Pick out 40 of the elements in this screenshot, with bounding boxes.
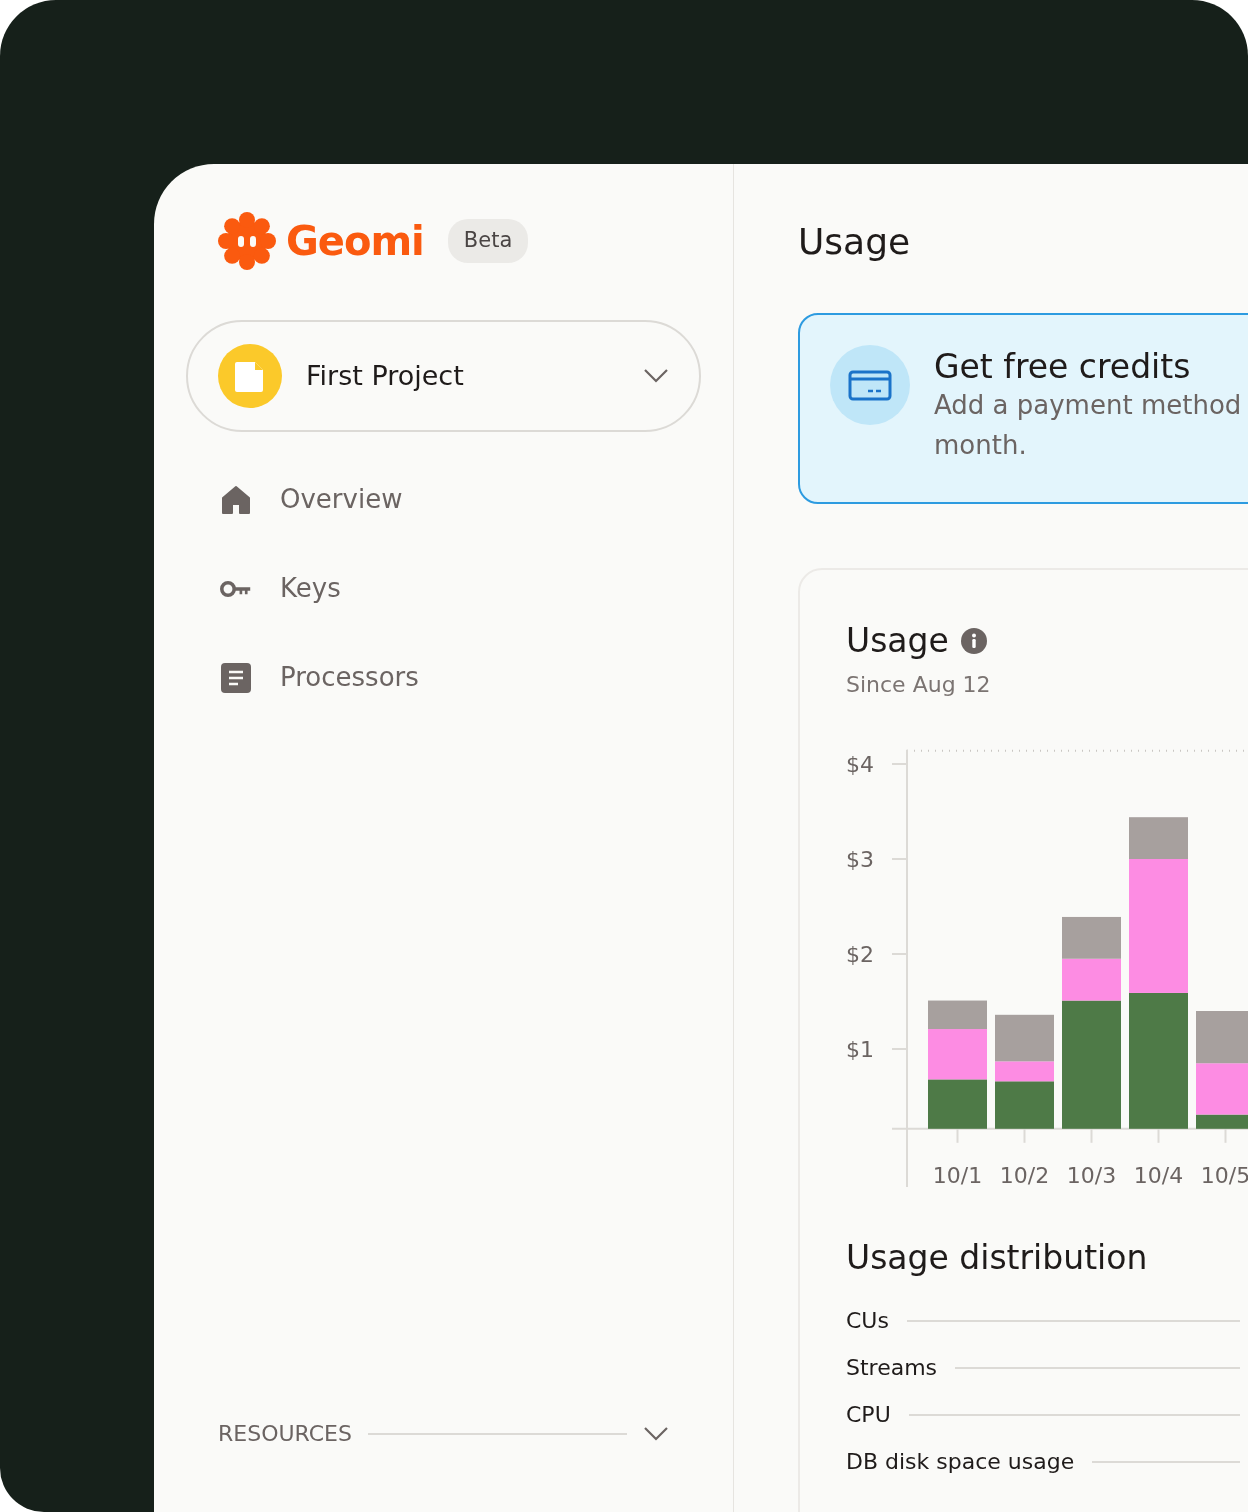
expand-button[interactable] bbox=[643, 1425, 669, 1442]
chart-bar bbox=[1062, 916, 1121, 959]
distribution-label: DB disk space usage bbox=[846, 1448, 1075, 1477]
x-axis-label: 10/2 bbox=[999, 1162, 1050, 1188]
info-icon bbox=[960, 627, 987, 654]
credits-banner[interactable]: Get free credits Add a payment method month. bbox=[798, 313, 1248, 505]
y-axis-label: $2 bbox=[846, 941, 874, 967]
nav-item[interactable]: Overview bbox=[220, 480, 701, 519]
credit-card-icon bbox=[830, 345, 910, 426]
chart-bar bbox=[1196, 1010, 1248, 1063]
banner-title: Get free credits bbox=[934, 349, 1192, 386]
card-title: Usage bbox=[846, 620, 949, 663]
document-list-icon bbox=[220, 661, 252, 694]
x-axis-label: 10/4 bbox=[1133, 1162, 1184, 1188]
distribution-label: CPU bbox=[846, 1401, 891, 1430]
section-label: RESOURCES bbox=[218, 1420, 352, 1448]
distribution-label: CUs bbox=[846, 1307, 889, 1336]
y-axis-label: $4 bbox=[846, 751, 874, 777]
nav-item[interactable]: Processors bbox=[220, 658, 701, 697]
x-axis-label: 10/3 bbox=[1066, 1162, 1117, 1188]
y-axis-label: $3 bbox=[846, 846, 874, 872]
banner-text: month. bbox=[934, 429, 1028, 463]
banner-text: Add a payment method bbox=[934, 389, 1242, 423]
home-icon bbox=[220, 483, 252, 516]
chevron-down-icon bbox=[643, 1425, 669, 1442]
section-title: Usage distribution bbox=[846, 1236, 1149, 1279]
beta-badge: Beta bbox=[447, 219, 529, 263]
logo-text: Geomi bbox=[286, 221, 424, 261]
chart-bar bbox=[928, 1079, 987, 1129]
page-title: Usage bbox=[798, 220, 912, 264]
distribution-label: Streams bbox=[846, 1354, 938, 1383]
logo-icon bbox=[218, 212, 276, 270]
x-axis-label: 10/1 bbox=[932, 1162, 983, 1188]
y-axis-label: $1 bbox=[846, 1036, 874, 1062]
document-icon bbox=[218, 344, 282, 408]
x-axis-label: 10/5 bbox=[1200, 1162, 1248, 1188]
project-selector[interactable]: First Project bbox=[186, 320, 701, 432]
chevron-down-icon bbox=[643, 368, 669, 384]
card-subtitle: Since Aug 12 bbox=[846, 670, 992, 699]
nav-item[interactable]: Keys bbox=[220, 569, 701, 608]
